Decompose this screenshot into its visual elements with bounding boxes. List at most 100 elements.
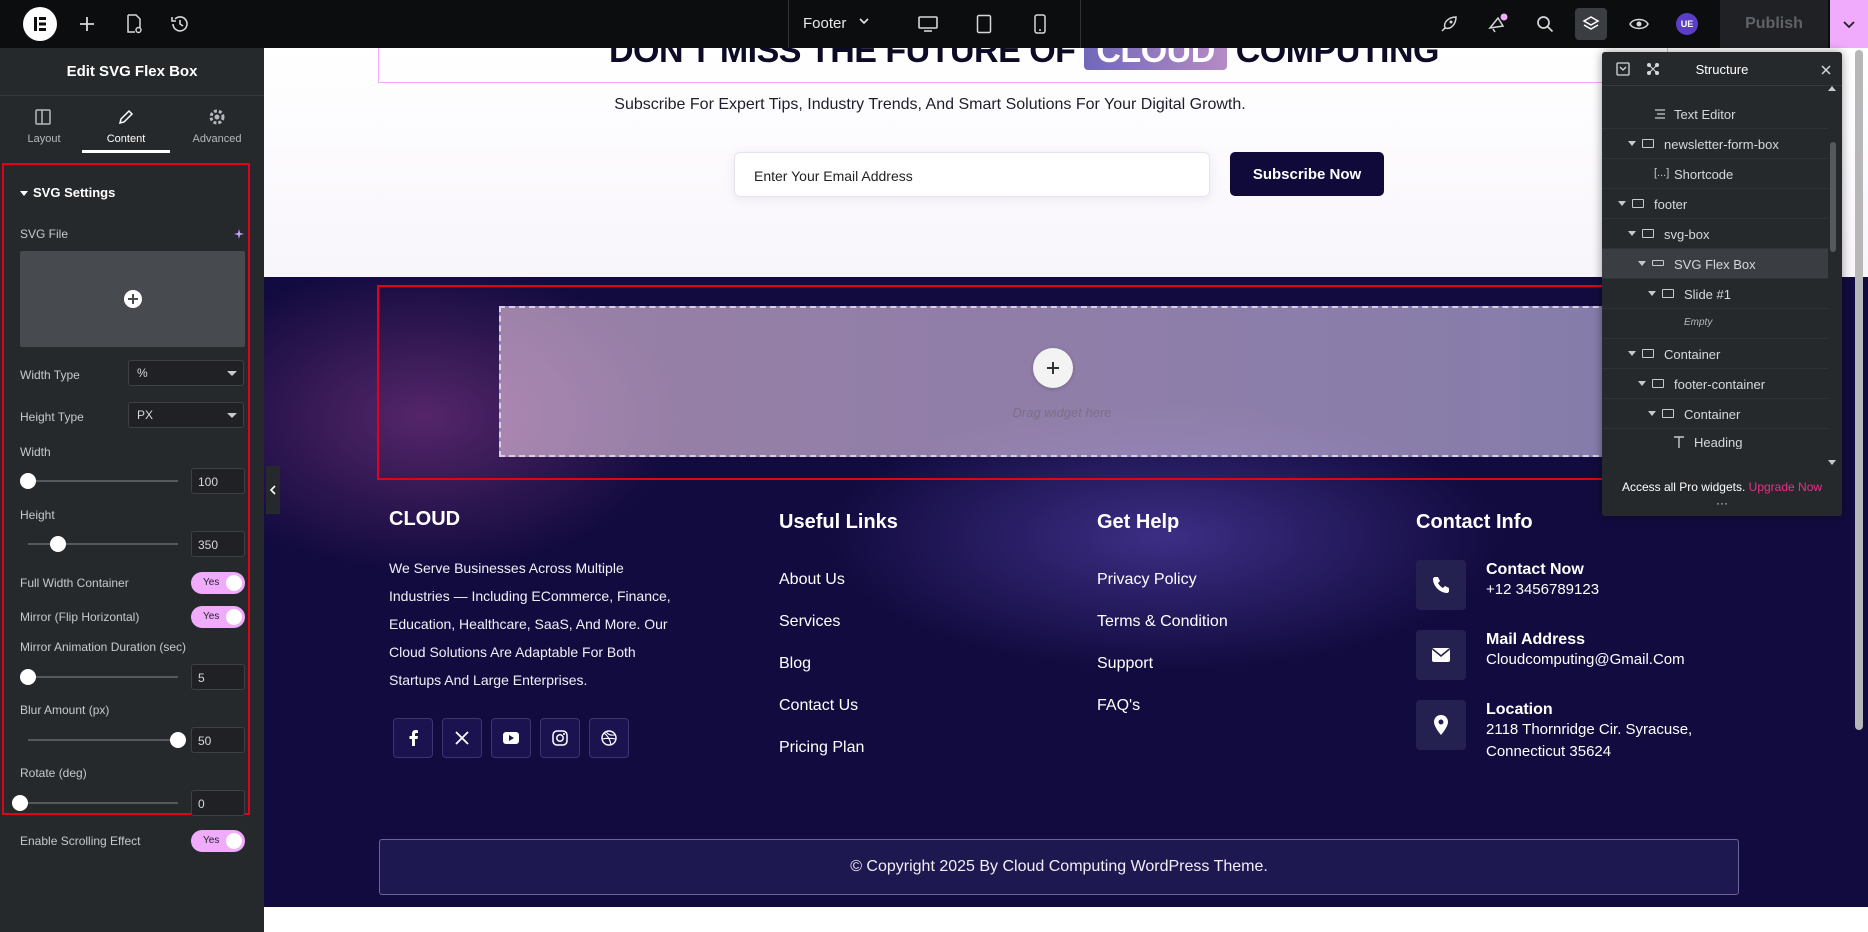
title-highlight: CLOUD — [1084, 48, 1227, 70]
user-badge-label: UE — [1676, 13, 1698, 35]
container-icon — [1652, 379, 1664, 388]
ai-sparkle-icon[interactable] — [233, 227, 245, 245]
history-icon[interactable] — [168, 0, 192, 48]
email-field[interactable]: Enter Your Email Address — [734, 152, 1210, 197]
footer-link[interactable]: Services — [779, 613, 840, 631]
width-slider[interactable] — [20, 473, 178, 489]
scrolling-effect-toggle[interactable]: Yes — [191, 830, 245, 852]
phone-number[interactable]: +12 3456789123 — [1486, 579, 1706, 601]
tree-node-shortcode[interactable]: [...] Shortcode — [1602, 159, 1828, 189]
width-type-select[interactable]: % — [128, 360, 244, 386]
footer-link[interactable]: Terms & Condition — [1097, 613, 1228, 631]
footer-link[interactable]: Pricing Plan — [779, 739, 864, 757]
svg-file-upload[interactable] — [20, 251, 245, 347]
blur-input[interactable]: 50 — [191, 727, 245, 753]
page-scrollbar[interactable] — [1855, 50, 1863, 730]
tree-node-footer-container[interactable]: footer-container — [1602, 369, 1828, 399]
svg-file-label: SVG File — [20, 227, 69, 241]
footer-link[interactable]: Contact Us — [779, 697, 858, 715]
scroll-down-icon[interactable] — [1828, 460, 1836, 465]
slider-handle[interactable] — [20, 669, 36, 685]
slider-handle[interactable] — [12, 795, 28, 811]
rotate-slider[interactable] — [12, 795, 178, 811]
dropzone-text: Drag widget here — [1012, 405, 1112, 420]
notifications-icon[interactable] — [1484, 0, 1510, 48]
tree-node-newsletter-form-box[interactable]: newsletter-form-box — [1602, 129, 1828, 159]
preview-eye-icon[interactable] — [1627, 0, 1651, 48]
collapse-panel-button[interactable] — [266, 466, 280, 514]
tree-node-svg-flex-box[interactable]: SVG Flex Box — [1602, 249, 1828, 279]
instagram-icon[interactable] — [540, 718, 580, 758]
footer-link[interactable]: FAQ's — [1097, 697, 1140, 715]
container-icon — [1642, 349, 1654, 358]
tree-node-slide-1[interactable]: Slide #1 — [1602, 279, 1828, 309]
publish-button[interactable]: Publish — [1720, 0, 1828, 48]
tree-node-container[interactable]: Container — [1602, 339, 1828, 369]
tree-node-container-inner[interactable]: Container — [1602, 399, 1828, 429]
caret-down-icon — [1628, 351, 1636, 356]
tree-node-footer[interactable]: footer — [1602, 189, 1828, 219]
subscribe-button[interactable]: Subscribe Now — [1230, 152, 1384, 196]
width-type-label: Width Type — [20, 368, 80, 382]
add-circle-icon — [123, 290, 142, 308]
tree-label: Text Editor — [1674, 107, 1736, 122]
youtube-icon[interactable] — [491, 718, 531, 758]
rocket-icon[interactable] — [1437, 0, 1461, 48]
slider-handle[interactable] — [170, 732, 186, 748]
footer-link[interactable]: Support — [1097, 655, 1153, 673]
mirror-duration-input[interactable]: 5 — [191, 664, 245, 690]
footer-link[interactable]: About Us — [779, 571, 845, 589]
widget-dropzone[interactable]: Drag widget here — [499, 306, 1669, 457]
x-icon[interactable] — [442, 718, 482, 758]
publish-options-button[interactable] — [1830, 0, 1868, 48]
add-widget-button[interactable] — [1033, 348, 1073, 388]
tree-label: footer-container — [1674, 377, 1766, 392]
caret-down-icon — [1648, 291, 1656, 296]
page-settings-icon[interactable] — [122, 0, 146, 48]
structure-panel: Structure Text Editor newsletter-form-bo… — [1602, 52, 1842, 516]
rotate-input[interactable]: 0 — [191, 790, 245, 816]
full-width-toggle[interactable]: Yes — [191, 572, 245, 594]
tree-node-text-editor[interactable]: Text Editor — [1602, 99, 1828, 129]
upgrade-link[interactable]: Upgrade Now — [1749, 480, 1822, 494]
search-icon[interactable] — [1534, 0, 1556, 48]
pencil-icon — [117, 108, 135, 131]
tablet-icon[interactable] — [974, 0, 994, 48]
tree-node-partial[interactable] — [1602, 86, 1828, 100]
mirror-toggle[interactable]: Yes — [191, 606, 245, 628]
footer-link[interactable]: Privacy Policy — [1097, 571, 1197, 589]
add-element-icon[interactable] — [74, 0, 100, 48]
mail-address-title: Mail Address — [1486, 631, 1585, 648]
dribbble-icon[interactable] — [589, 718, 629, 758]
scroll-up-icon[interactable] — [1828, 86, 1836, 91]
plus-icon — [1047, 362, 1059, 374]
flexbox-icon — [1652, 260, 1664, 266]
footer-link[interactable]: Blog — [779, 655, 811, 673]
user-badge[interactable]: UE — [1676, 0, 1698, 48]
height-type-select[interactable]: PX — [128, 402, 244, 428]
section-toggle[interactable]: SVG Settings — [20, 185, 115, 200]
select-value: PX — [137, 408, 154, 422]
facebook-icon[interactable] — [393, 718, 433, 758]
width-input[interactable]: 100 — [191, 468, 245, 494]
desktop-icon[interactable] — [916, 0, 940, 48]
close-icon[interactable] — [1820, 63, 1832, 81]
slider-handle[interactable] — [50, 536, 66, 552]
elementor-logo[interactable] — [22, 0, 58, 48]
layout-icon — [34, 108, 52, 131]
blur-slider[interactable] — [28, 732, 186, 748]
mirror-duration-slider[interactable] — [20, 669, 178, 685]
tree-node-heading[interactable]: Heading — [1602, 429, 1828, 449]
mobile-icon[interactable] — [1030, 0, 1050, 48]
heading-icon — [1672, 435, 1686, 449]
tree-node-svg-box[interactable]: svg-box — [1602, 219, 1828, 249]
email-address[interactable]: Cloudcomputing@Gmail.Com — [1486, 649, 1706, 671]
structure-layers-icon[interactable] — [1575, 8, 1607, 40]
height-slider[interactable] — [28, 536, 178, 552]
height-input[interactable]: 350 — [191, 531, 245, 557]
structure-scrollbar[interactable] — [1830, 142, 1836, 252]
newsletter-heading-box[interactable]: DON'T MISS THE FUTURE OF CLOUD COMPUTING — [378, 48, 1668, 83]
resize-handle-icon[interactable]: ··· — [1716, 497, 1728, 509]
tree-label: Shortcode — [1674, 167, 1734, 182]
slider-handle[interactable] — [20, 473, 36, 489]
